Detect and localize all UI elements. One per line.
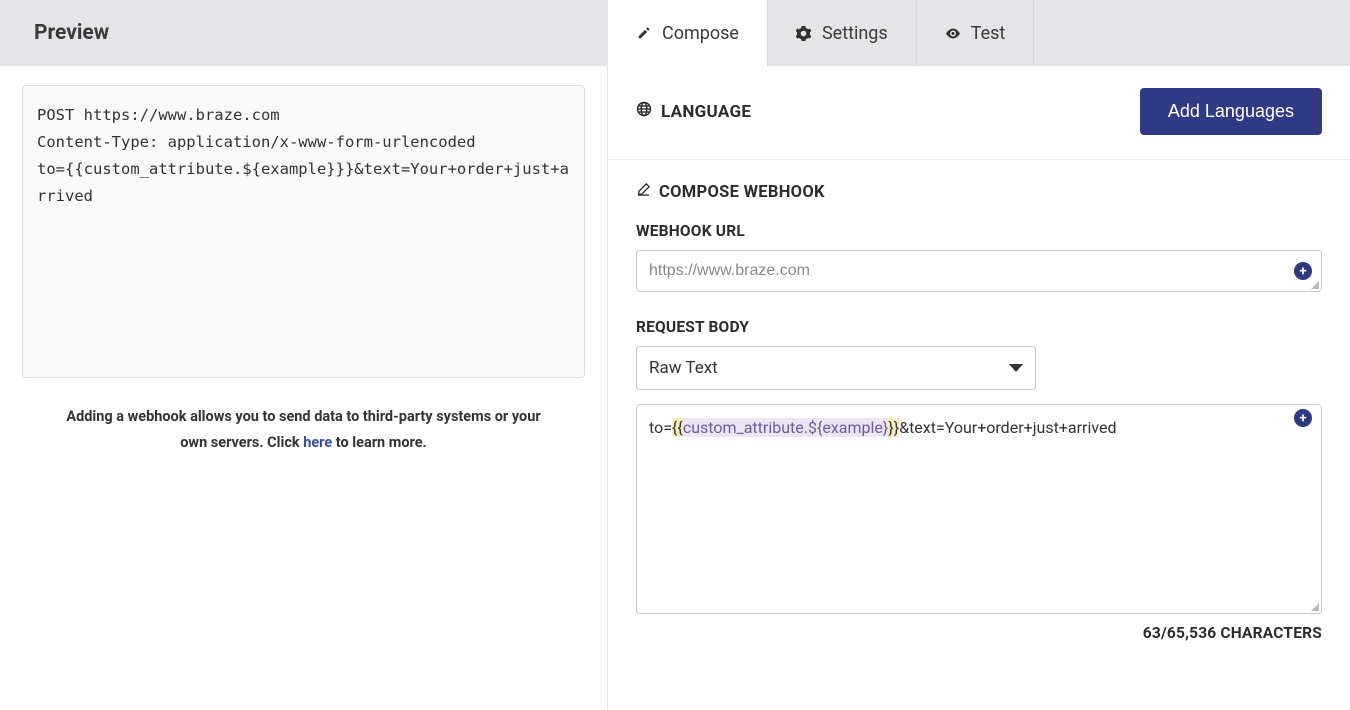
edit-icon (636, 182, 651, 202)
language-row: LANGUAGE Add Languages (608, 66, 1350, 160)
webhook-url-input[interactable] (636, 250, 1322, 292)
language-label-text: LANGUAGE (661, 102, 751, 122)
body-type-selected: Raw Text (649, 358, 718, 378)
help-text-after: to learn more. (332, 434, 427, 451)
webhook-url-wrap: + (636, 250, 1322, 292)
body-add-personalization-button[interactable]: + (1294, 409, 1312, 427)
compose-section: COMPOSE WEBHOOK WEBHOOK URL + REQUEST BO… (608, 160, 1350, 664)
request-body-wrap: to={{custom_attribute.${example}}}&text=… (636, 404, 1322, 614)
body-type-select-wrap: Raw Text (636, 346, 1036, 390)
body-text-pre: to= (649, 418, 672, 437)
webhook-url-label: WEBHOOK URL (636, 222, 1322, 240)
editor-tabs: Compose Settings Test (608, 0, 1350, 66)
tab-settings-label: Settings (822, 23, 888, 44)
body-text-post: &text=Your+order+just+arrived (899, 418, 1116, 437)
tab-compose-label: Compose (662, 23, 739, 44)
globe-icon (636, 101, 652, 122)
preview-panel: Preview POST https://www.braze.com Conte… (0, 0, 607, 710)
url-add-personalization-button[interactable]: + (1294, 262, 1312, 280)
request-body-label: REQUEST BODY (636, 318, 1322, 336)
gear-icon (796, 25, 812, 41)
compose-heading: COMPOSE WEBHOOK (636, 182, 1322, 202)
add-languages-button[interactable]: Add Languages (1140, 88, 1322, 135)
tab-test-label: Test (971, 23, 1006, 44)
preview-header: Preview (0, 0, 607, 66)
chevron-down-icon (1009, 364, 1023, 372)
body-type-select[interactable]: Raw Text (636, 346, 1036, 390)
preview-help-text: Adding a webhook allows you to send data… (22, 404, 585, 456)
language-label: LANGUAGE (636, 101, 751, 122)
pencil-icon (636, 25, 652, 41)
tab-test[interactable]: Test (917, 0, 1035, 66)
eye-icon (945, 25, 961, 41)
preview-title: Preview (0, 21, 109, 45)
preview-body: POST https://www.braze.com Content-Type:… (0, 66, 607, 475)
preview-code-box: POST https://www.braze.com Content-Type:… (22, 85, 585, 378)
body-template-open: {{ (672, 418, 683, 437)
body-template-inner: custom_attribute.${example} (683, 418, 888, 437)
learn-more-link[interactable]: here (303, 434, 332, 451)
compose-heading-text: COMPOSE WEBHOOK (659, 183, 825, 202)
tab-compose[interactable]: Compose (608, 0, 768, 66)
tab-settings[interactable]: Settings (768, 0, 917, 66)
editor-panel: Compose Settings Test (607, 0, 1350, 710)
character-count: 63/65,536 CHARACTERS (636, 624, 1322, 642)
request-body-input[interactable]: to={{custom_attribute.${example}}}&text=… (636, 404, 1322, 614)
body-template-close: }} (888, 418, 899, 437)
